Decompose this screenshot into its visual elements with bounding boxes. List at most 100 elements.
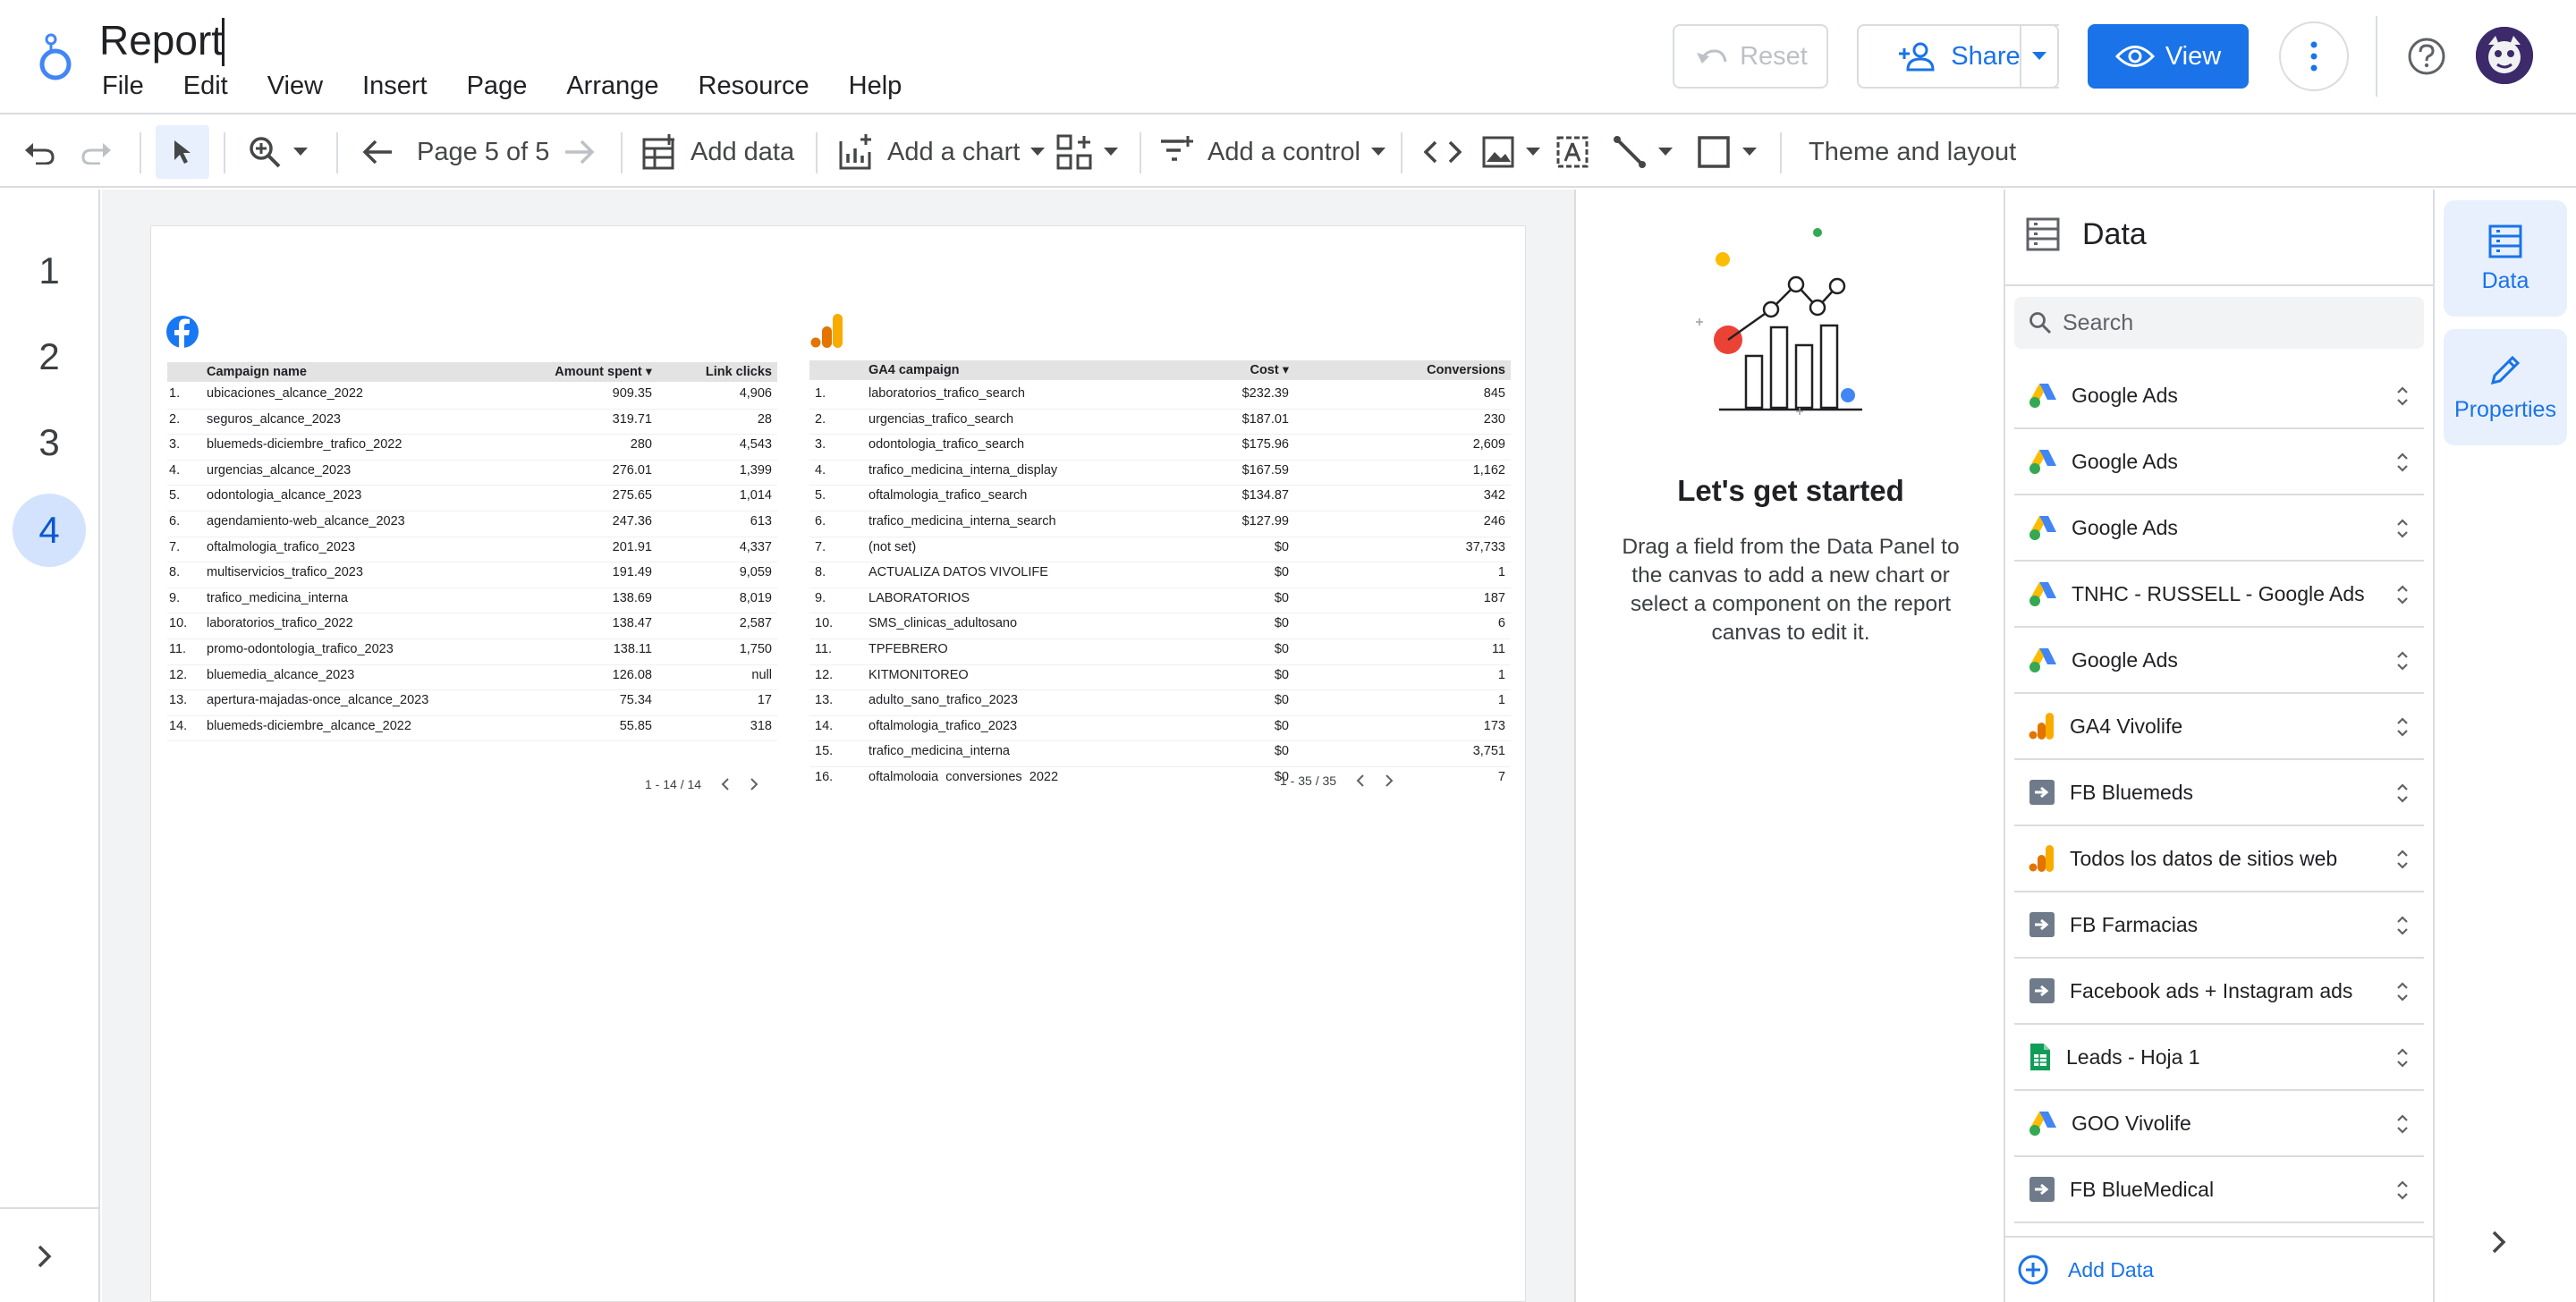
table-row: 8. multiservicios_trafico_2023 191.49 9,059 bbox=[167, 562, 777, 588]
expand-collapse-icon[interactable] bbox=[2395, 980, 2410, 1003]
undo-button[interactable] bbox=[23, 116, 55, 188]
add-control-button[interactable]: Add a control bbox=[1159, 116, 1385, 188]
data-search-input[interactable]: Search bbox=[2014, 297, 2424, 349]
data-source-label: GA4 Vivolife bbox=[2070, 714, 2183, 738]
data-source-item[interactable]: Todos los datos de sitios web bbox=[2014, 826, 2424, 892]
col-conversions[interactable]: Conversions bbox=[1427, 363, 1505, 377]
expand-collapse-icon[interactable] bbox=[2395, 583, 2410, 606]
select-tool-button[interactable] bbox=[156, 125, 209, 179]
expand-collapse-icon[interactable] bbox=[2395, 649, 2410, 672]
expand-collapse-icon[interactable] bbox=[2395, 782, 2410, 805]
data-source-item[interactable]: Facebook ads + Instagram ads bbox=[2014, 959, 2424, 1025]
menu-resource[interactable]: Resource bbox=[699, 72, 809, 101]
col-link-clicks[interactable]: Link clicks bbox=[706, 365, 772, 379]
pager-next-icon[interactable] bbox=[750, 777, 758, 791]
cost-cell: $0 bbox=[1274, 590, 1289, 605]
col-amount-spent[interactable]: Amount spent ▾ bbox=[555, 365, 652, 379]
data-source-item[interactable]: FB BlueMedical bbox=[2014, 1157, 2424, 1223]
zoom-button[interactable] bbox=[247, 116, 308, 188]
tab-properties[interactable]: Properties bbox=[2444, 329, 2567, 445]
page-thumb-2[interactable]: 2 bbox=[13, 320, 86, 393]
add-data-link[interactable]: Add Data bbox=[2005, 1236, 2435, 1302]
help-icon[interactable] bbox=[2407, 37, 2446, 76]
shape-button[interactable] bbox=[1696, 116, 1757, 188]
account-avatar[interactable] bbox=[2476, 27, 2533, 84]
tab-data[interactable]: Data bbox=[2444, 200, 2567, 317]
ga4-campaign-table[interactable]: GA4 campaign Cost ▾ Conversions 1. labora… bbox=[809, 360, 1511, 781]
add-chart-button[interactable]: Add a chart bbox=[837, 116, 1046, 188]
data-source-item[interactable]: Google Ads bbox=[2014, 429, 2424, 495]
share-dropdown-button[interactable] bbox=[2020, 24, 2059, 89]
page-thumb-1[interactable]: 1 bbox=[13, 234, 86, 308]
pager-prev-icon[interactable] bbox=[721, 777, 730, 791]
expand-collapse-icon[interactable] bbox=[2395, 1112, 2410, 1136]
expand-collapse-icon[interactable] bbox=[2395, 914, 2410, 937]
embed-url-button[interactable] bbox=[1424, 116, 1462, 188]
expand-collapse-icon[interactable] bbox=[2395, 517, 2410, 540]
menu-page[interactable]: Page bbox=[467, 72, 528, 101]
pencil-icon bbox=[2490, 355, 2521, 385]
menu-view[interactable]: View bbox=[267, 72, 323, 101]
caret-down-icon bbox=[1526, 148, 1540, 156]
cost-cell: $232.39 bbox=[1241, 386, 1289, 401]
expand-collapse-icon[interactable] bbox=[2395, 848, 2410, 871]
view-button[interactable]: View bbox=[2088, 24, 2249, 89]
page-thumb-4[interactable]: 4 bbox=[13, 494, 86, 567]
collapse-panel-icon[interactable] bbox=[2490, 1229, 2508, 1256]
menu-insert[interactable]: Insert bbox=[362, 72, 428, 101]
text-box-button[interactable] bbox=[1555, 116, 1590, 188]
community-visualizations-button[interactable] bbox=[1055, 116, 1118, 188]
col-ga4-campaign[interactable]: GA4 campaign bbox=[869, 363, 960, 377]
col-campaign-name[interactable]: Campaign name bbox=[207, 365, 307, 379]
data-source-item[interactable]: Google Ads bbox=[2014, 495, 2424, 562]
pager-next-icon[interactable] bbox=[1385, 774, 1394, 788]
expand-collapse-icon[interactable] bbox=[2395, 451, 2410, 474]
data-source-item[interactable]: Google Ads bbox=[2014, 628, 2424, 694]
add-data-button[interactable]: Add data bbox=[640, 116, 794, 188]
reset-button[interactable]: Reset bbox=[1673, 24, 1828, 89]
row-index: 16. bbox=[815, 770, 834, 781]
menu-file[interactable]: File bbox=[102, 72, 144, 101]
report-title[interactable]: Report bbox=[99, 16, 225, 64]
menu-edit[interactable]: Edit bbox=[183, 72, 228, 101]
data-source-item[interactable]: Google Ads bbox=[2014, 363, 2424, 429]
more-options-button[interactable] bbox=[2279, 21, 2349, 91]
report-canvas[interactable]: Campaign name Amount spent ▾ Link clicks… bbox=[150, 225, 1526, 1302]
redo-button[interactable] bbox=[80, 116, 113, 188]
expand-pages-icon[interactable] bbox=[36, 1243, 54, 1270]
page-thumb-3[interactable]: 3 bbox=[13, 406, 86, 479]
theme-layout-button[interactable]: Theme and layout bbox=[1809, 116, 2016, 188]
data-source-item[interactable]: GOO Vivolife bbox=[2014, 1091, 2424, 1157]
next-page-button[interactable] bbox=[564, 116, 596, 188]
data-source-item[interactable]: FB Farmacias bbox=[2014, 892, 2424, 959]
row-index: 2. bbox=[815, 411, 826, 427]
data-source-item[interactable]: TNHC - RUSSELL - Google Ads bbox=[2014, 562, 2424, 628]
expand-collapse-icon[interactable] bbox=[2395, 1179, 2410, 1202]
data-source-item[interactable]: Leads - Hoja 1 bbox=[2014, 1025, 2424, 1091]
expand-collapse-icon[interactable] bbox=[2395, 1046, 2410, 1070]
line-button[interactable] bbox=[1612, 116, 1673, 188]
pager-prev-icon[interactable] bbox=[1356, 774, 1365, 788]
data-source-item[interactable]: GA4 Vivolife bbox=[2014, 694, 2424, 760]
previous-page-button[interactable] bbox=[361, 116, 394, 188]
facebook-campaign-table[interactable]: Campaign name Amount spent ▾ Link clicks… bbox=[167, 362, 777, 742]
add-image-button[interactable] bbox=[1481, 116, 1540, 188]
header-divider bbox=[2376, 16, 2377, 97]
add-data-label: Add Data bbox=[2068, 1257, 2154, 1281]
looker-studio-logo-icon[interactable] bbox=[34, 32, 77, 82]
table-row: 10. laboratorios_trafico_2022 138.47 2,587 bbox=[167, 613, 777, 639]
table-row: 1. ubicaciones_alcance_2022 909.35 4,906 bbox=[167, 384, 777, 410]
row-index: 4. bbox=[815, 462, 826, 478]
menu-help[interactable]: Help bbox=[849, 72, 902, 101]
col-cost[interactable]: Cost ▾ bbox=[1250, 363, 1289, 377]
conversions-cell: 342 bbox=[1483, 488, 1505, 503]
page-indicator: Page 5 of 5 bbox=[417, 137, 550, 166]
expand-collapse-icon[interactable] bbox=[2395, 385, 2410, 408]
menu-arrange[interactable]: Arrange bbox=[566, 72, 658, 101]
data-source-item[interactable]: FB Bluemeds bbox=[2014, 760, 2424, 826]
conversions-cell: 246 bbox=[1483, 514, 1505, 528]
campaign-name-cell: bluemedia_alcance_2023 bbox=[207, 667, 355, 682]
add-chart-label: Add a chart bbox=[887, 137, 1021, 166]
row-index: 13. bbox=[815, 693, 834, 708]
expand-collapse-icon[interactable] bbox=[2395, 715, 2410, 739]
